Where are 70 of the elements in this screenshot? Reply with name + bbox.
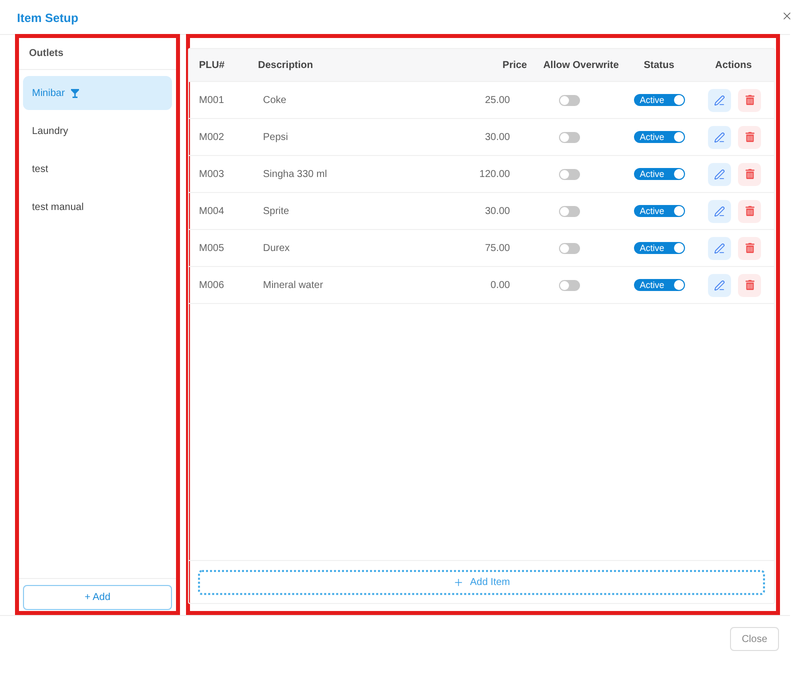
pencil-icon (714, 242, 725, 254)
description-cell-text: Pepsi (263, 130, 288, 144)
edit-button[interactable] (708, 88, 731, 112)
plu-cell-text: M006 (199, 278, 224, 292)
status-toggle[interactable]: Active (634, 205, 684, 217)
plu-cell-text: M002 (199, 130, 224, 144)
trash-icon (744, 132, 754, 142)
delete-button[interactable] (738, 236, 761, 260)
price-cell-text: 30.00 (484, 204, 510, 218)
status-toggle[interactable]: Active (634, 242, 684, 254)
price-cell-text: 120.00 (479, 168, 510, 182)
column-header: PLU# (199, 58, 225, 72)
trash-icon (744, 243, 754, 253)
pencil-icon (714, 132, 725, 142)
trash-icon (744, 169, 754, 179)
delete-button[interactable] (738, 200, 761, 222)
close-icon (781, 10, 793, 22)
price-cell-text: 75.00 (484, 242, 510, 256)
dialog-title: Item Setup (17, 10, 78, 26)
plu-cell-text: M001 (199, 94, 224, 108)
outlets-heading: Outlets (29, 47, 64, 61)
status-toggle[interactable]: Active (634, 279, 684, 291)
delete-button[interactable] (738, 274, 761, 296)
column-header: Description (258, 58, 314, 72)
pencil-icon (714, 168, 725, 180)
overwrite-toggle[interactable] (559, 132, 580, 142)
price-cell-text: 0.00 (490, 278, 510, 292)
edit-button[interactable] (708, 200, 731, 222)
price-cell-text: 25.00 (484, 94, 510, 108)
overwrite-toggle[interactable] (559, 242, 580, 254)
outlet-item[interactable]: Minibar (23, 76, 172, 110)
description-cell-text: Sprite (263, 204, 290, 218)
pencil-icon (714, 94, 725, 106)
pencil-icon (714, 280, 725, 290)
description-cell-text: Mineral water (263, 278, 324, 292)
close-dialog-button[interactable]: Close (730, 627, 779, 651)
column-header: Allow Overwrite (543, 58, 619, 72)
edit-button[interactable] (708, 274, 731, 296)
price-cell-text: 30.00 (484, 130, 510, 144)
status-toggle[interactable]: Active (634, 94, 684, 106)
add-item-button[interactable]: Add Item (198, 570, 765, 595)
description-cell-text: Singha 330 ml (263, 168, 327, 182)
overwrite-toggle[interactable] (559, 206, 580, 216)
status-toggle[interactable]: Active (634, 168, 684, 180)
glass-icon (70, 88, 79, 98)
add-outlet-button[interactable]: + Add (23, 585, 172, 610)
delete-button[interactable] (738, 162, 761, 186)
delete-button[interactable] (738, 126, 761, 148)
close-button[interactable] (781, 10, 793, 22)
column-header: Price (502, 58, 527, 72)
column-header: Actions (715, 58, 752, 72)
edit-button[interactable] (708, 126, 731, 148)
status-toggle[interactable]: Active (634, 131, 684, 143)
plu-cell-text: M004 (199, 204, 224, 218)
edit-button[interactable] (708, 236, 731, 260)
overwrite-toggle[interactable] (559, 280, 580, 290)
plu-cell-text: M005 (199, 242, 224, 256)
column-header: Status (644, 58, 674, 72)
delete-button[interactable] (738, 88, 761, 112)
description-cell-text: Durex (263, 242, 290, 256)
plus-icon (452, 577, 464, 588)
overwrite-toggle[interactable] (559, 94, 580, 106)
pencil-icon (714, 206, 725, 216)
edit-button[interactable] (708, 162, 731, 186)
trash-icon (744, 206, 754, 216)
trash-icon (744, 280, 754, 290)
description-cell-text: Coke (263, 94, 286, 108)
overwrite-toggle[interactable] (559, 168, 580, 180)
plu-cell-text: M003 (199, 168, 224, 182)
trash-icon (744, 95, 754, 105)
